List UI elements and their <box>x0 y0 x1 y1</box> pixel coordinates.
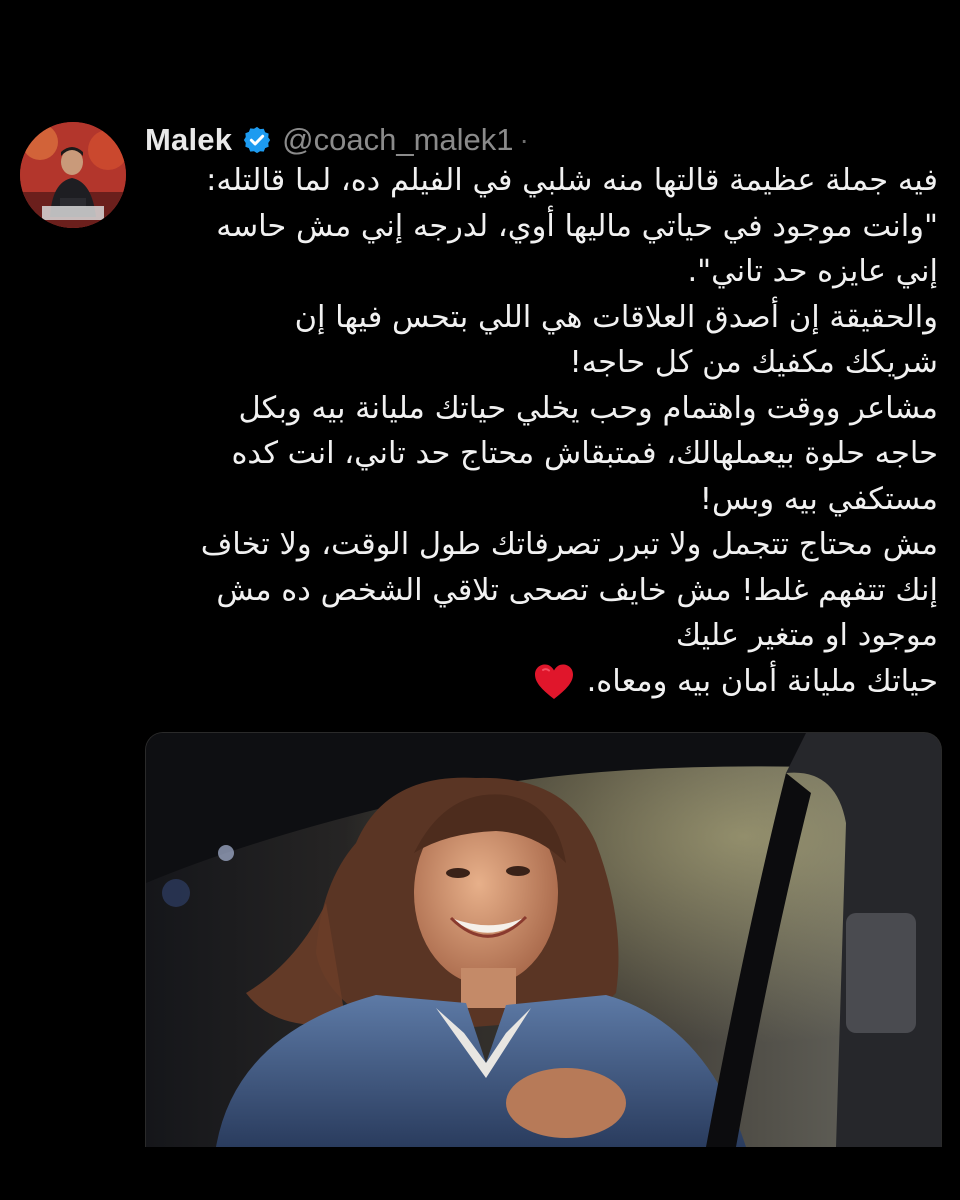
tweet-text-line: شريكك مكفيك من كل حاجه! <box>569 345 938 380</box>
header-fade <box>560 118 630 162</box>
tweet-text-line: مشاعر ووقت واهتمام وحب يخلي حياتك مليانة… <box>238 390 938 426</box>
tweet-text-line: إني عايزه حد تاني". <box>687 254 938 289</box>
tweet-text-line: حياتك مليانة أمان بيه ومعاه. <box>586 663 938 699</box>
verified-badge-icon <box>242 125 272 155</box>
avatar[interactable] <box>20 122 126 228</box>
tweet-text-line: إنك تتفهم غلط! مش خايف تصحى تلاقي الشخص … <box>216 572 938 608</box>
tweet-text-line: مستكفي بيه وبس! <box>699 481 938 517</box>
tweet-text: فيه جملة عظيمة قالتها منه شلبي في الفيلم… <box>138 158 938 704</box>
author-name[interactable]: Malek <box>145 122 232 158</box>
tweet: Malek @coach_malek1 · فيه جملة عظيمة قال… <box>0 0 960 1200</box>
tweet-text-line: "وانت موجود في حياتي ماليها أوي، لدرجه إ… <box>216 208 938 244</box>
tweet-text-line: فيه جملة عظيمة قالتها منه شلبي في الفيلم… <box>206 163 938 198</box>
tweet-text-line: مش محتاج تتجمل ولا تبرر تصرفاتك طول الوق… <box>200 527 938 562</box>
header-separator: · <box>519 124 529 155</box>
tweet-text-last-line: حياتك مليانة أمان بيه ومعاه. <box>138 659 938 705</box>
tweet-text-line: حاجه حلوة بيعملهالك، فمتبقاش محتاج حد تا… <box>231 436 938 471</box>
tweet-text-line: موجود او متغير عليك <box>675 618 938 653</box>
tweet-media-image[interactable] <box>145 732 942 1147</box>
author-handle[interactable]: @coach_malek1 <box>282 122 513 158</box>
red-heart-icon <box>533 663 575 701</box>
tweet-header: Malek @coach_malek1 · <box>145 118 529 162</box>
tweet-text-line: والحقيقة إن أصدق العلاقات هي اللي بتحس ف… <box>294 299 938 335</box>
